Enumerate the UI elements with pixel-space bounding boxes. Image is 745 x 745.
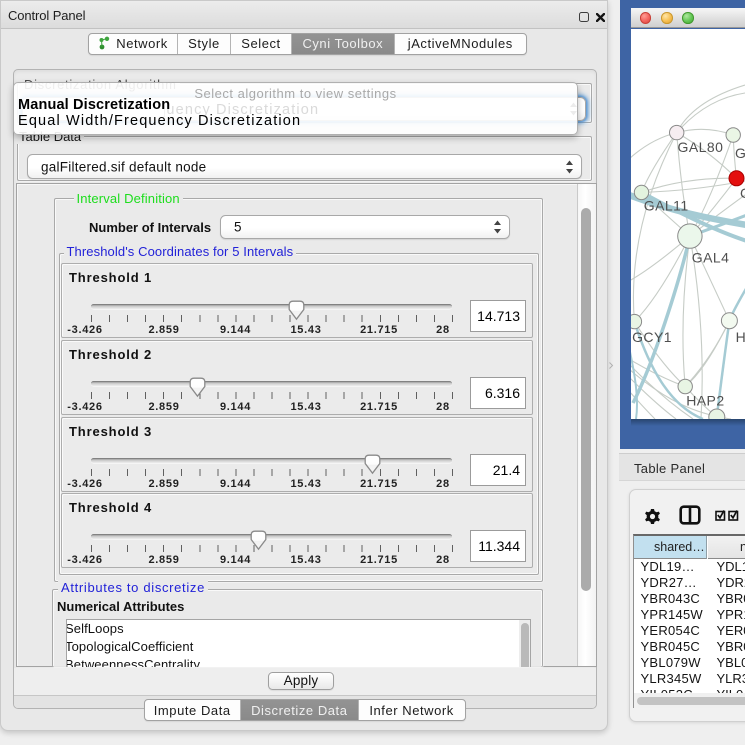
svg-text:GAL11: GAL11 <box>644 197 689 213</box>
svg-text:GAL80: GAL80 <box>678 138 724 154</box>
svg-text:H: H <box>736 329 745 345</box>
svg-text:GCY1: GCY1 <box>632 329 672 345</box>
svg-text:C: C <box>740 184 745 200</box>
svg-text:HAP2: HAP2 <box>686 392 724 408</box>
svg-text:GA: GA <box>735 145 745 161</box>
svg-text:GAL4: GAL4 <box>692 249 730 265</box>
